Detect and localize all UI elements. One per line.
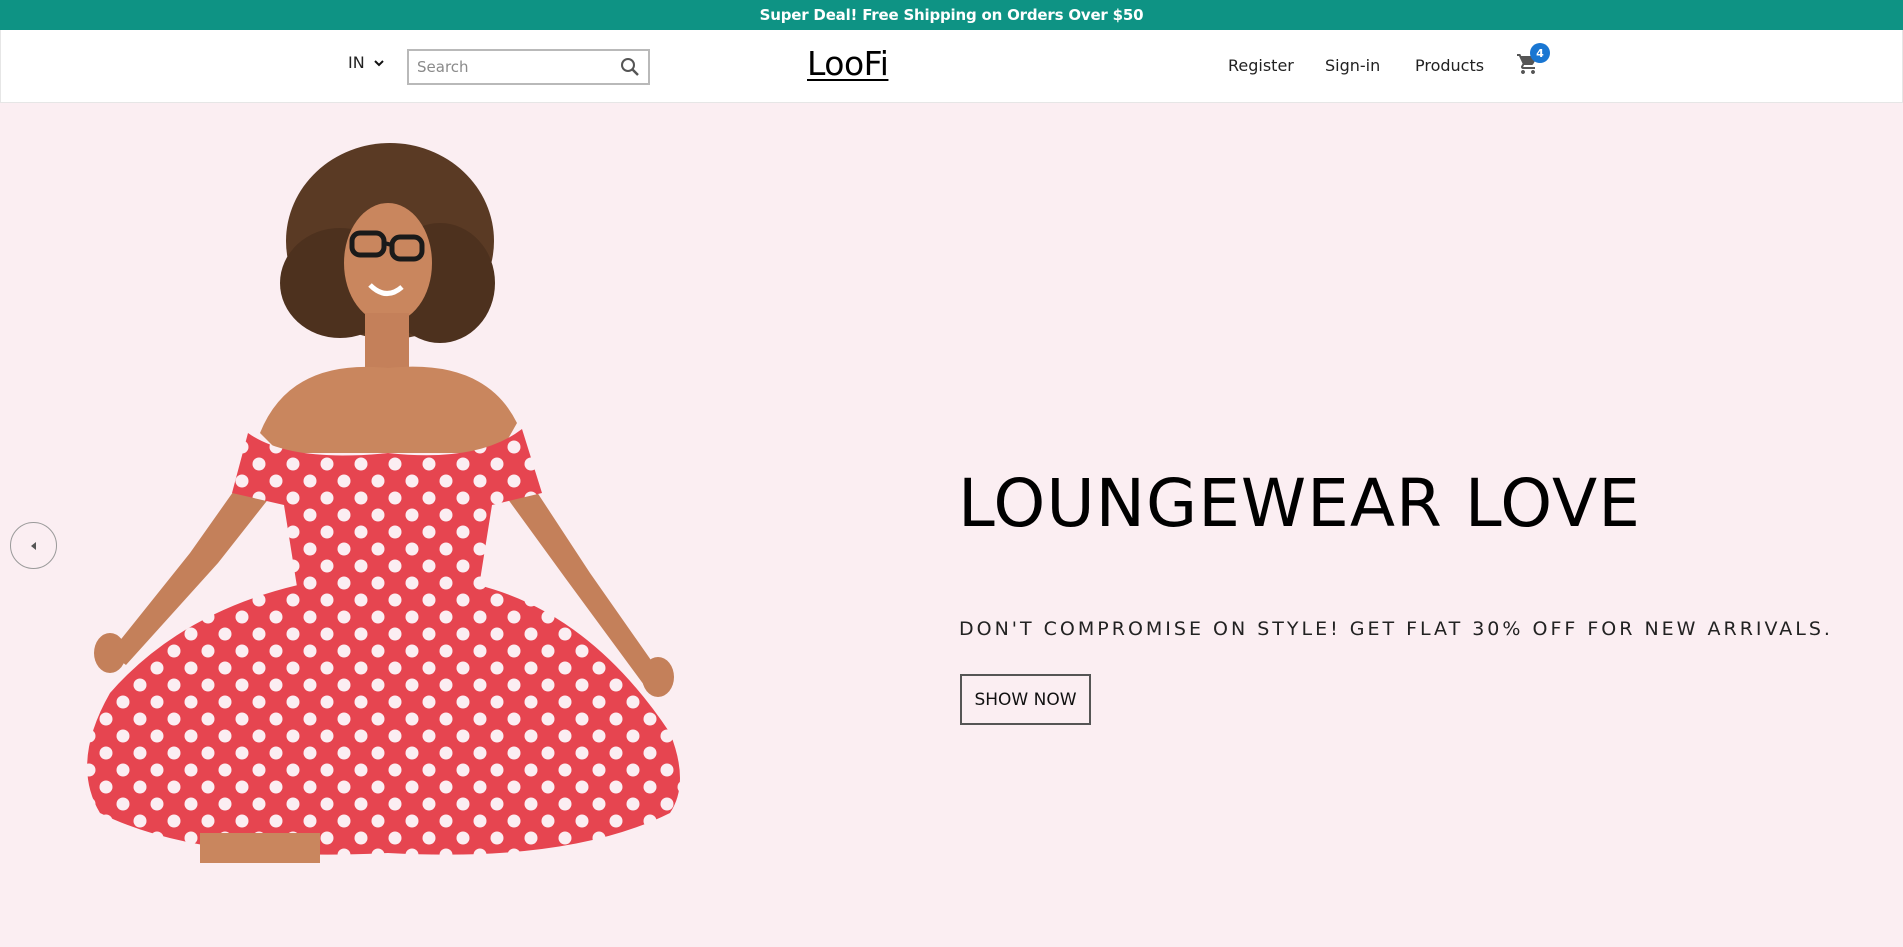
nav-register-link[interactable]: Register xyxy=(1228,56,1294,75)
nav-signin-link[interactable]: Sign-in xyxy=(1325,56,1380,75)
search-box xyxy=(407,49,650,85)
nav-products-link[interactable]: Products xyxy=(1415,56,1484,75)
search-input[interactable] xyxy=(409,51,611,83)
announcement-bar: Super Deal! Free Shipping on Orders Over… xyxy=(0,0,1903,30)
announcement-text: Super Deal! Free Shipping on Orders Over… xyxy=(759,6,1144,24)
prev-slide-button[interactable] xyxy=(10,522,57,569)
language-label: IN xyxy=(348,53,365,72)
search-button[interactable] xyxy=(611,51,648,83)
show-now-button[interactable]: SHOW NOW xyxy=(960,674,1091,725)
site-logo[interactable]: LooFi xyxy=(807,44,889,83)
hero-title: LOUNGEWEAR LOVE xyxy=(958,465,1641,542)
search-icon xyxy=(620,58,639,76)
chevron-down-icon xyxy=(373,59,384,66)
cart-button[interactable]: 4 xyxy=(1516,43,1550,78)
hero-image xyxy=(87,143,681,863)
hero-slider: LOUNGEWEAR LOVE DON'T COMPROMISE ON STYL… xyxy=(0,103,1903,947)
language-selector[interactable]: IN xyxy=(348,53,385,72)
chevron-left-icon xyxy=(30,541,36,550)
hero-subtitle: DON'T COMPROMISE ON STYLE! GET FLAT 30% … xyxy=(959,618,1833,640)
cart-count-badge: 4 xyxy=(1530,43,1550,63)
navbar: IN LooFi Register Sign-in Products 4 xyxy=(0,30,1903,103)
